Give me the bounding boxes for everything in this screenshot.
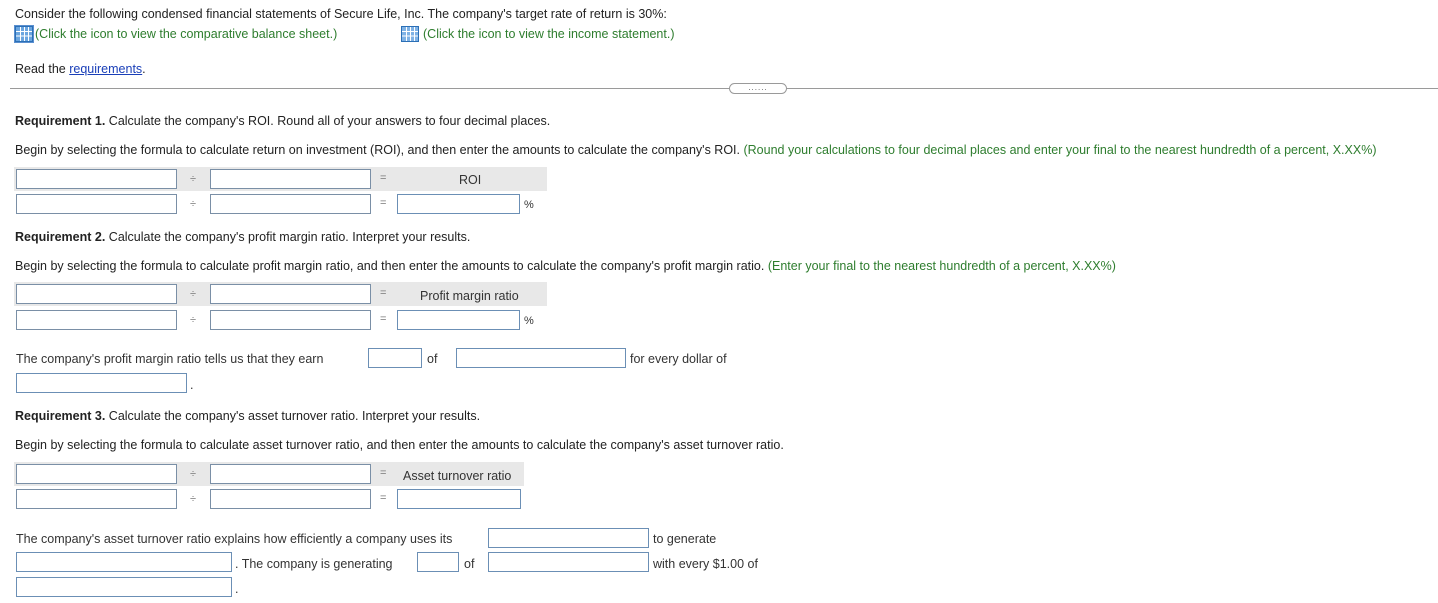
req3-interp-generate-select[interactable] [16, 552, 232, 572]
req1-result-label: ROI [459, 173, 482, 187]
req3-interp-uses-select[interactable] [488, 528, 649, 548]
req1-hint: (Round your calculations to four decimal… [743, 143, 1377, 157]
req3-interp-measure-select[interactable] [488, 552, 649, 572]
req2-profit-margin-input[interactable] [397, 310, 520, 330]
requirements-link[interactable]: requirements [69, 62, 142, 76]
req3-formula-numerator-select[interactable] [16, 464, 177, 484]
req1-heading-line: Requirement 1. Calculate the company's R… [15, 114, 550, 128]
req1-numerator-input[interactable] [16, 194, 177, 214]
read-prefix: Read the [15, 62, 70, 76]
req2-interp-base-select[interactable] [16, 373, 187, 393]
equals-sign: = [380, 467, 387, 479]
req2-formula-numerator-select[interactable] [16, 284, 177, 304]
divide-sign: ÷ [190, 288, 197, 300]
equals-sign: = [380, 197, 387, 209]
req3-heading-line: Requirement 3. Calculate the company's a… [15, 409, 480, 423]
req2-instruction: Begin by selecting the formula to calcul… [15, 259, 765, 273]
req2-interp-of: of [427, 352, 438, 366]
req3-interp-generating: . The company is generating [235, 557, 393, 571]
req3-text: Calculate the company's asset turnover r… [105, 409, 481, 423]
divide-sign: ÷ [190, 314, 197, 326]
req2-hint: (Enter your final to the nearest hundred… [767, 259, 1116, 273]
equals-sign: = [380, 313, 387, 325]
req3-instruction: Begin by selecting the formula to calcul… [15, 438, 784, 452]
req3-interp-amount-input[interactable] [417, 552, 459, 572]
req3-interp-prefix: The company's asset turnover ratio expla… [16, 532, 453, 546]
req3-denominator-input[interactable] [210, 489, 371, 509]
req1-text: Calculate the company's ROI. Round all o… [105, 114, 551, 128]
req3-formula-denominator-select[interactable] [210, 464, 371, 484]
percent-sign: % [524, 315, 534, 327]
divide-sign: ÷ [190, 493, 197, 505]
req2-instruction-line: Begin by selecting the formula to calcul… [15, 259, 1116, 273]
req2-interp-suffix: for every dollar of [630, 352, 727, 366]
divide-sign: ÷ [190, 468, 197, 480]
req2-heading-line: Requirement 2. Calculate the company's p… [15, 230, 470, 244]
balance-sheet-icon[interactable] [14, 25, 34, 43]
req2-interp-measure-select[interactable] [456, 348, 626, 368]
req2-interp-amount-select[interactable] [368, 348, 422, 368]
req2-interp-end: . [190, 378, 194, 392]
req3-interp-generate: to generate [653, 532, 717, 546]
divide-sign: ÷ [190, 198, 197, 210]
req2-interp-prefix: The company's profit margin ratio tells … [16, 352, 324, 366]
req1-formula-numerator-select[interactable] [16, 169, 177, 189]
percent-sign: % [524, 199, 534, 211]
req2-denominator-input[interactable] [210, 310, 371, 330]
req1-instruction-line: Begin by selecting the formula to calcul… [15, 143, 1377, 157]
req3-interp-every: with every $1.00 of [653, 557, 758, 571]
req3-interp-end: . [235, 582, 239, 596]
expand-toggle-button[interactable]: ...... [729, 83, 787, 94]
equals-sign: = [380, 287, 387, 299]
req2-numerator-input[interactable] [16, 310, 177, 330]
req3-result-label: Asset turnover ratio [403, 469, 512, 483]
req1-denominator-input[interactable] [210, 194, 371, 214]
read-suffix: . [142, 62, 146, 76]
req2-formula-denominator-select[interactable] [210, 284, 371, 304]
req3-heading: Requirement 3. [15, 409, 106, 423]
income-statement-link[interactable]: (Click the icon to view the income state… [423, 27, 675, 41]
req3-interp-base-select[interactable] [16, 577, 232, 597]
income-statement-icon[interactable] [401, 26, 419, 42]
req2-result-label: Profit margin ratio [420, 289, 519, 303]
read-requirements-line: Read the requirements. [15, 62, 146, 76]
req3-numerator-input[interactable] [16, 489, 177, 509]
intro-text: Consider the following condensed financi… [15, 7, 667, 21]
req1-roi-input[interactable] [397, 194, 520, 214]
equals-sign: = [380, 172, 387, 184]
divide-sign: ÷ [190, 173, 197, 185]
req1-formula-denominator-select[interactable] [210, 169, 371, 189]
req3-asset-turnover-input[interactable] [397, 489, 521, 509]
equals-sign: = [380, 492, 387, 504]
section-divider [10, 88, 1438, 89]
req1-heading: Requirement 1. [15, 114, 106, 128]
balance-sheet-link[interactable]: (Click the icon to view the comparative … [35, 27, 337, 41]
req2-heading: Requirement 2. [15, 230, 106, 244]
req3-interp-of: of [464, 557, 475, 571]
req1-instruction: Begin by selecting the formula to calcul… [15, 143, 740, 157]
req2-text: Calculate the company's profit margin ra… [105, 230, 471, 244]
